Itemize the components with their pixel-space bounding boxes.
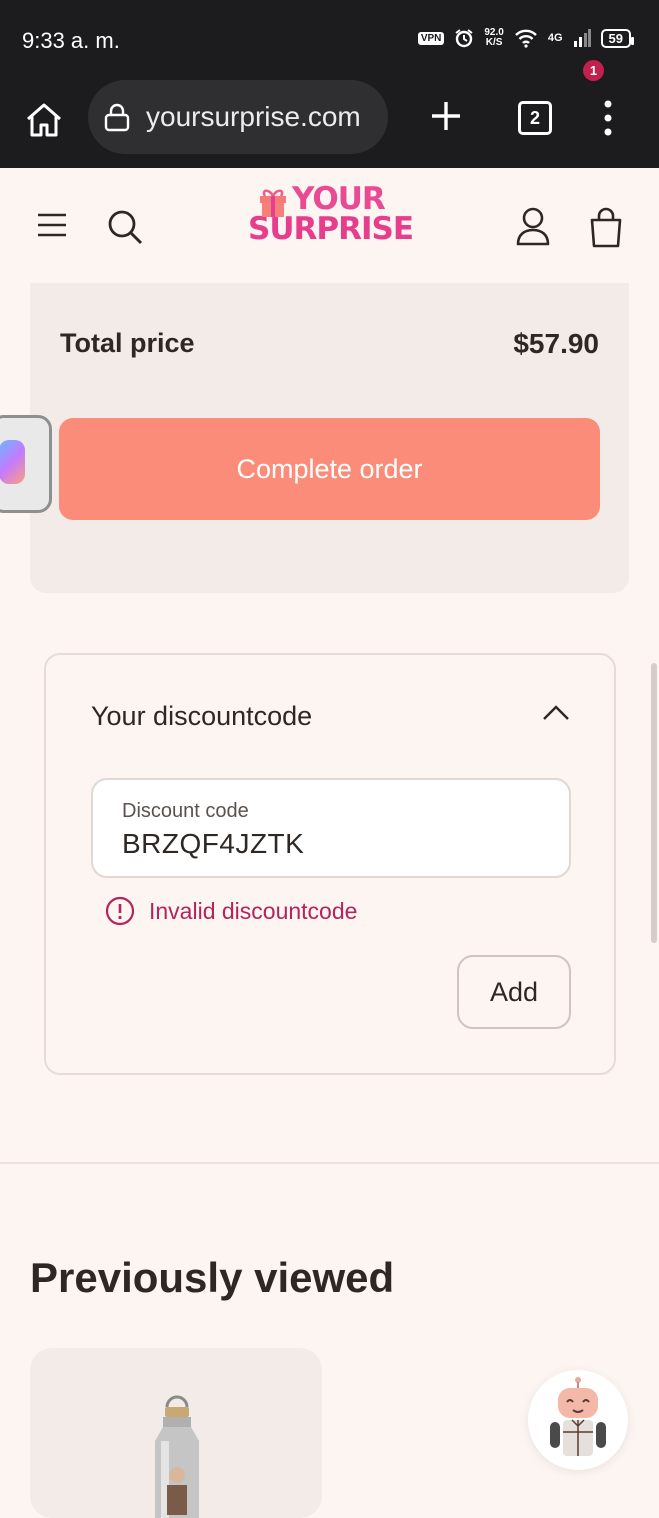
discount-code-section: Your discountcode Discount code BRZQF4JZ… <box>44 653 616 1075</box>
site-logo[interactable]: YOUR SURPRISE <box>248 184 414 256</box>
vpn-icon: VPN <box>417 31 445 45</box>
battery-icon: 59 <box>600 28 635 48</box>
lock-icon <box>104 103 130 132</box>
site-header: YOUR SURPRISE <box>0 168 659 283</box>
cart-count-badge: 1 <box>583 60 604 81</box>
total-price-label: Total price <box>60 328 195 358</box>
previously-viewed-title: Previously viewed <box>30 1254 395 1301</box>
robot-gift-icon <box>550 1377 606 1456</box>
scrollbar[interactable] <box>651 663 657 943</box>
complete-order-button[interactable]: Complete order <box>59 418 600 520</box>
hamburger-menu-icon[interactable] <box>36 212 68 238</box>
chat-assistant-button[interactable] <box>528 1370 628 1470</box>
copilot-icon <box>0 440 25 484</box>
discount-section-title[interactable]: Your discountcode <box>91 701 312 732</box>
tab-switcher-button[interactable]: 2 <box>518 101 552 135</box>
wifi-icon <box>514 29 537 48</box>
signal-icon <box>573 29 591 47</box>
section-divider <box>0 1162 659 1164</box>
status-icons: VPN 92.0 K/S 4G 59 <box>417 28 635 48</box>
discount-code-value[interactable]: BRZQF4JZTK <box>122 828 304 860</box>
shopping-bag-icon[interactable] <box>586 206 626 248</box>
gift-icon <box>260 189 286 217</box>
discount-code-input[interactable]: Discount code BRZQF4JZTK <box>91 778 571 878</box>
chevron-up-icon[interactable] <box>542 703 570 721</box>
order-summary-card: Total price $57.90 Complete order <box>30 283 629 593</box>
discount-code-label: Discount code <box>122 800 249 822</box>
more-menu-icon[interactable] <box>598 98 618 138</box>
speed-unit: K/S <box>485 37 503 48</box>
floating-assistant-tab[interactable] <box>0 415 52 513</box>
browser-toolbar: yoursurprise.com 2 <box>0 80 659 168</box>
home-icon[interactable] <box>22 98 66 142</box>
network-speed: 92.0 K/S <box>484 28 503 48</box>
discount-error-message: Invalid discountcode <box>149 898 358 924</box>
product-card[interactable] <box>30 1348 322 1518</box>
product-image-bottle <box>155 1395 199 1518</box>
error-icon <box>105 896 135 926</box>
search-icon[interactable] <box>106 208 144 246</box>
address-bar[interactable]: yoursurprise.com <box>88 80 388 154</box>
status-time: 9:33 a. m. <box>22 28 120 53</box>
new-tab-icon[interactable] <box>428 98 464 134</box>
alarm-icon <box>455 29 473 48</box>
status-bar: 9:33 a. m. VPN 92.0 K/S 4G 59 <box>0 0 659 80</box>
account-icon[interactable] <box>514 206 552 246</box>
logo-text-surprise: SURPRISE <box>248 211 414 247</box>
total-price-value: $57.90 <box>513 328 599 359</box>
network-type: 4G <box>547 32 563 44</box>
url-text: yoursurprise.com <box>146 101 361 132</box>
add-discount-button[interactable]: Add <box>457 955 571 1029</box>
